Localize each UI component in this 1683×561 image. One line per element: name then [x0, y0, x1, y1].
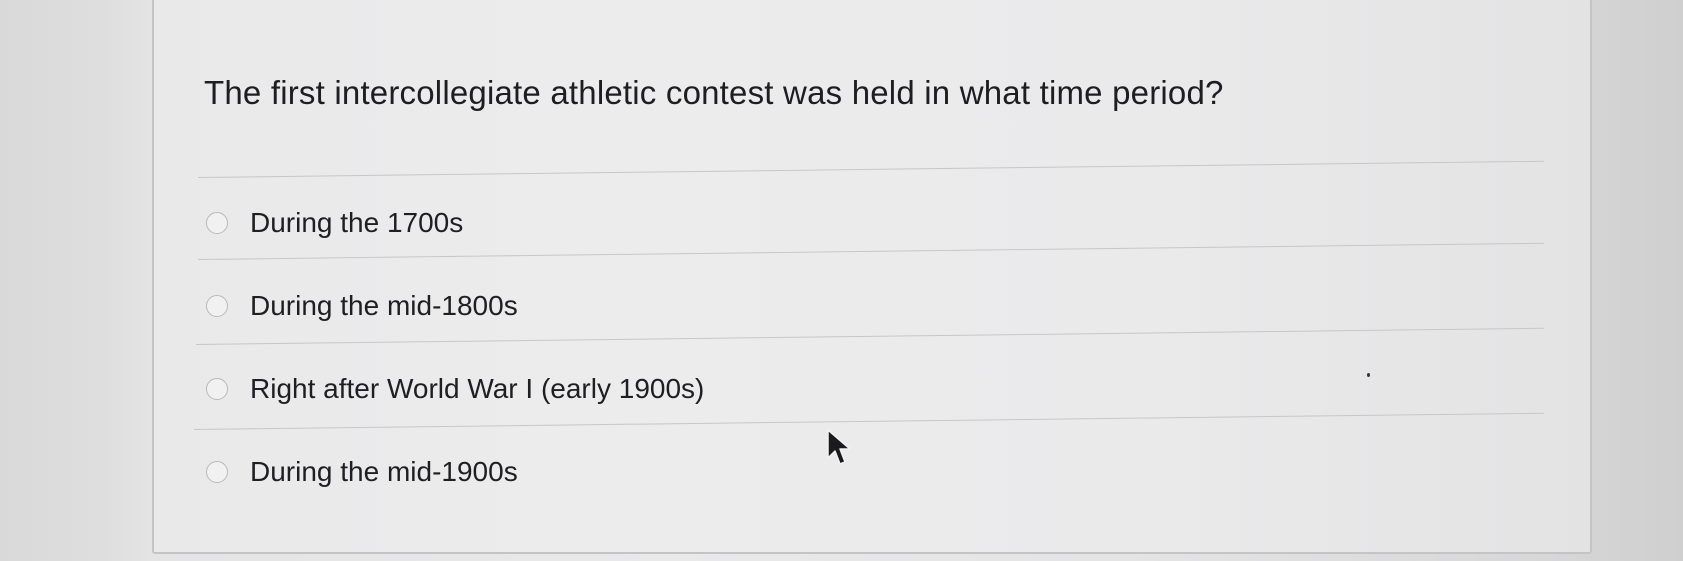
answer-option-1700s[interactable]: During the 1700s — [206, 203, 463, 243]
mouse-cursor-icon — [827, 429, 851, 465]
radio-button-icon[interactable] — [206, 461, 228, 483]
answer-option-mid-1900s[interactable]: During the mid-1900s — [206, 452, 518, 492]
answer-option-label: During the mid-1900s — [250, 456, 518, 487]
radio-button-icon[interactable] — [206, 212, 228, 234]
radio-button-icon[interactable] — [206, 295, 228, 317]
answer-option-after-ww1[interactable]: Right after World War I (early 1900s) — [206, 369, 704, 409]
answer-option-label: During the 1700s — [250, 207, 464, 238]
answer-option-mid-1800s[interactable]: During the mid-1800s — [206, 286, 518, 326]
radio-button-icon[interactable] — [206, 378, 228, 400]
screen-speck — [1367, 373, 1370, 377]
question-text: The first intercollegiate athletic conte… — [204, 74, 1224, 111]
answer-option-label: Right after World War I (early 1900s) — [250, 373, 705, 404]
answer-option-label: During the mid-1800s — [250, 290, 518, 321]
